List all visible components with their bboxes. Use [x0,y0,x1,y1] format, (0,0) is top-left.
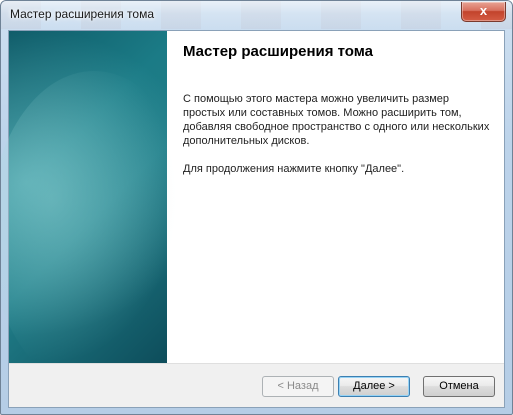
window-title: Мастер расширения тома [10,7,154,21]
button-bar: < Назад Далее > Отмена [9,363,504,407]
instruction-text: Для продолжения нажмите кнопку "Далее". [183,163,405,175]
close-button[interactable]: x [461,2,506,22]
cancel-button[interactable]: Отмена [423,376,495,397]
next-button[interactable]: Далее > [338,376,410,397]
page-title: Мастер расширения тома [183,43,374,60]
wizard-client-area: Мастер расширения тома С помощью этого м… [1,30,505,408]
wizard-window: Мастер расширения тома x Мастер расширен… [0,0,513,415]
wizard-content: Мастер расширения тома С помощью этого м… [183,43,493,190]
back-button[interactable]: < Назад [262,376,334,397]
title-bar[interactable]: Мастер расширения тома x [1,1,512,29]
description-text: С помощью этого мастера можно увеличить … [183,93,490,147]
wizard-side-banner [1,31,199,391]
close-icon: x [479,3,488,18]
